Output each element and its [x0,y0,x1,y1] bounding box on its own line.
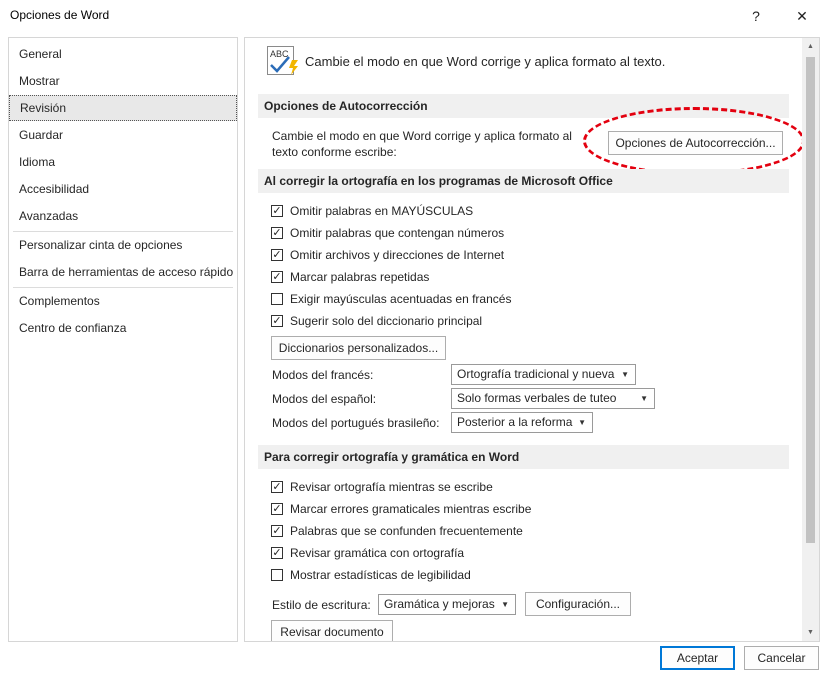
title-bar: Opciones de Word ? ✕ [0,0,826,32]
checkbox-unchecked[interactable] [271,293,283,305]
section-autocorrect-title: Opciones de Autocorrección [258,94,789,118]
chevron-down-icon: ▼ [621,370,629,379]
sidebar-item-avanzadas[interactable]: Avanzadas [9,203,237,229]
writing-style-label: Estilo de escritura: [272,598,371,612]
chevron-down-icon: ▼ [640,394,648,403]
checkbox-label: Marcar palabras repetidas [290,270,430,284]
checkbox-checked[interactable]: ✓ [271,227,283,239]
checkbox-label: Revisar ortografía mientras se escribe [290,480,493,494]
checkbox-unchecked[interactable] [271,569,283,581]
vertical-scrollbar[interactable]: ▲ ▼ [802,38,819,641]
sidebar-item-barra-acceso-rapido[interactable]: Barra de herramientas de acceso rápido [9,259,237,285]
cancel-button[interactable]: Cancelar [744,646,819,670]
content-panel: ABC Cambie el modo en que Word corrige y… [244,37,820,642]
spanish-modes-select[interactable]: Solo formas verbales de tuteo ▼ [451,388,655,409]
abc-check-icon: ABC [267,46,301,76]
checkbox-checked[interactable]: ✓ [271,547,283,559]
checkbox-checked[interactable]: ✓ [271,525,283,537]
checkbox-checked[interactable]: ✓ [271,503,283,515]
help-button[interactable]: ? [744,5,768,27]
section-word-spelling-title: Para corregir ortografía y gramática en … [258,445,789,469]
writing-style-settings-button[interactable]: Configuración... [525,592,631,616]
svg-text:ABC: ABC [270,49,289,59]
checkbox-checked[interactable]: ✓ [271,481,283,493]
select-value: Solo formas verbales de tuteo [457,391,617,405]
french-modes-select[interactable]: Ortografía tradicional y nueva ▼ [451,364,636,385]
checkbox-label: Sugerir solo del diccionario principal [290,314,483,328]
french-modes-label: Modos del francés: [272,368,374,382]
checkbox-checked[interactable]: ✓ [271,315,283,327]
section-office-spelling-title: Al corregir la ortografía en los program… [258,169,789,193]
sidebar-item-general[interactable]: General [9,41,237,67]
checkbox-label: Marcar errores gramaticales mientras esc… [290,502,532,516]
checkbox-checked[interactable]: ✓ [271,205,283,217]
scroll-down-arrow-icon[interactable]: ▼ [802,624,819,641]
chevron-down-icon: ▼ [501,600,509,609]
checkbox-checked[interactable]: ✓ [271,249,283,261]
sidebar-item-personalizar-cinta[interactable]: Personalizar cinta de opciones [9,232,237,258]
checkbox-label: Palabras que se confunden frecuentemente [290,524,523,538]
checkbox-label: Omitir palabras que contengan números [290,226,505,240]
select-value: Posterior a la reforma [457,415,573,429]
sidebar-item-guardar[interactable]: Guardar [9,122,237,148]
scrollbar-thumb[interactable] [806,57,815,543]
sidebar: General Mostrar Revisión Guardar Idioma … [8,37,238,642]
portuguese-modes-select[interactable]: Posterior a la reforma ▼ [451,412,593,433]
sidebar-item-idioma[interactable]: Idioma [9,149,237,175]
custom-dictionaries-button[interactable]: Diccionarios personalizados... [271,336,446,360]
portuguese-modes-label: Modos del portugués brasileño: [272,416,440,430]
select-value: Ortografía tradicional y nueva [457,367,615,381]
spanish-modes-label: Modos del español: [272,392,377,406]
sidebar-item-accesibilidad[interactable]: Accesibilidad [9,176,237,202]
writing-style-select[interactable]: Gramática y mejoras ▼ [378,594,516,615]
sidebar-item-centro-confianza[interactable]: Centro de confianza [9,315,237,341]
checkbox-label: Mostrar estadísticas de legibilidad [290,568,471,582]
page-header-text: Cambie el modo en que Word corrige y apl… [305,54,666,69]
close-button[interactable]: ✕ [790,5,814,27]
sidebar-item-mostrar[interactable]: Mostrar [9,68,237,94]
check-document-button[interactable]: Revisar documento [271,620,393,641]
sidebar-item-complementos[interactable]: Complementos [9,288,237,314]
checkbox-label: Exigir mayúsculas acentuadas en francés [290,292,512,306]
scroll-up-arrow-icon[interactable]: ▲ [802,38,819,55]
window-title: Opciones de Word [10,8,110,22]
checkbox-label: Omitir palabras en MAYÚSCULAS [290,204,474,218]
checkbox-checked[interactable]: ✓ [271,271,283,283]
ok-button[interactable]: Aceptar [660,646,735,670]
autocorrect-options-button[interactable]: Opciones de Autocorrección... [608,131,783,155]
chevron-down-icon: ▼ [578,418,586,427]
autocorrect-description: Cambie el modo en que Word corrige y apl… [272,129,572,159]
checkbox-label: Omitir archivos y direcciones de Interne… [290,248,505,262]
checkbox-label: Revisar gramática con ortografía [290,546,465,560]
select-value: Gramática y mejoras [384,597,495,611]
sidebar-item-revision[interactable]: Revisión [9,95,237,121]
